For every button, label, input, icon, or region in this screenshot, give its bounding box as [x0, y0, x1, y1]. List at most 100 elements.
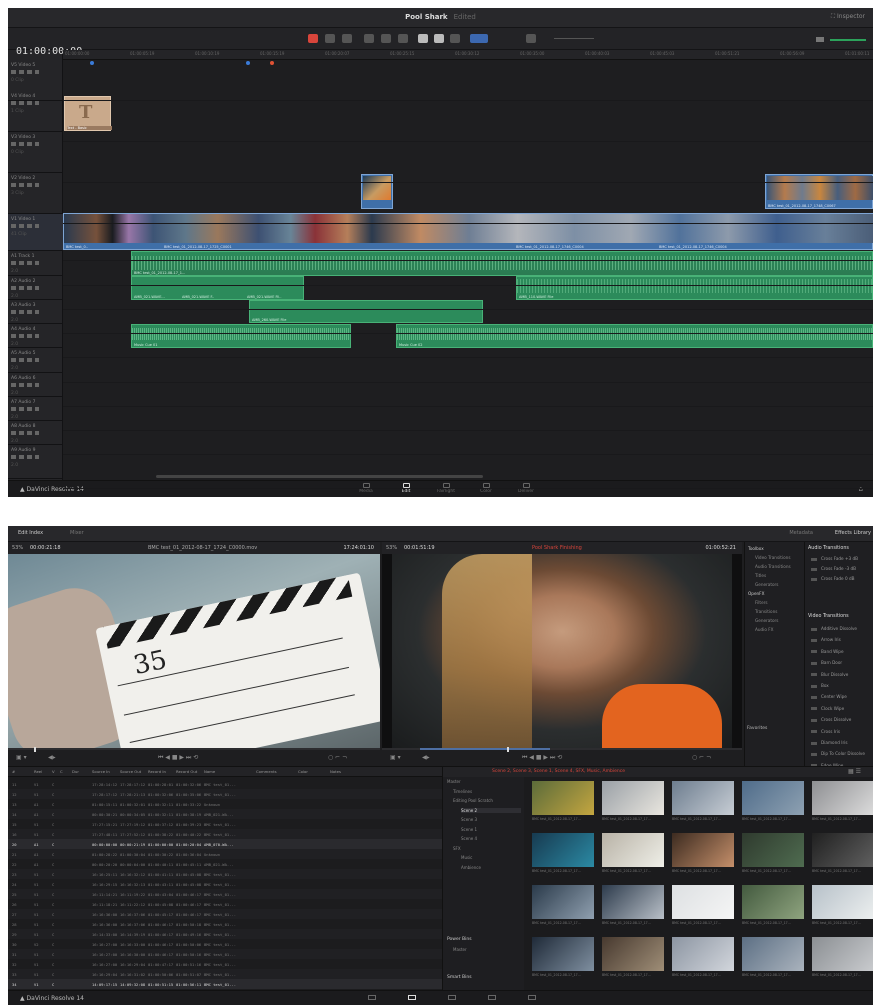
tab-effects-library[interactable]: Effects Library: [835, 530, 871, 536]
track-controls-icon[interactable]: [11, 334, 39, 338]
smart-bins-heading[interactable]: Smart Bins: [447, 975, 472, 980]
clip-thumbnail[interactable]: [532, 937, 594, 971]
audio-icon[interactable]: ◀▸: [422, 754, 430, 761]
zoom-full-icon[interactable]: [526, 34, 536, 43]
video-transition-item[interactable]: Blur Dissolve: [805, 672, 873, 677]
track-controls-icon[interactable]: [11, 431, 39, 435]
table-row[interactable]: 15 V1 C 17:27:15:21 17:27:19:12 01:00:37:12 01…: [8, 819, 442, 829]
video-transition-item[interactable]: Band Wipe: [805, 649, 873, 654]
mark-in-out-icon[interactable]: ○ ⌐ ¬: [328, 754, 347, 761]
blade-tool-icon[interactable]: [342, 34, 352, 43]
clip-thumbnail[interactable]: [602, 781, 664, 815]
table-row[interactable]: 26 V1 C 16:11:18:21 16:11:22:12 01:00:45:08 01…: [8, 899, 442, 909]
timeline-viewer[interactable]: [382, 554, 742, 748]
column-header[interactable]: Dur: [72, 769, 79, 774]
column-header[interactable]: Color: [298, 769, 308, 774]
zoom-slider[interactable]: [554, 38, 594, 39]
video-transition-item[interactable]: Cross Iris: [805, 729, 873, 734]
track-header[interactable]: A8 Audio 8 2.0: [8, 421, 63, 445]
track-header[interactable]: V3 Video 3 0 Clip: [8, 132, 63, 173]
track-controls-icon[interactable]: [11, 70, 39, 74]
view-mode-icon[interactable]: ▦ ☰: [848, 768, 861, 775]
track-header[interactable]: A9 Audio 9 2.0: [8, 445, 63, 479]
mark-in-out-icon[interactable]: ○ ⌐ ¬: [692, 754, 711, 761]
track-header[interactable]: A7 Audio 7 2.0: [8, 397, 63, 421]
clip-thumbnail[interactable]: [812, 781, 873, 815]
track-controls-icon[interactable]: [11, 383, 39, 387]
table-row[interactable]: 31 V1 C 16:16:27:00 16:16:30:00 01:00:46:17 01…: [8, 949, 442, 959]
tab-metadata[interactable]: Metadata: [789, 530, 813, 536]
bin-item[interactable]: SFX: [453, 846, 461, 851]
column-header[interactable]: Comments: [256, 769, 277, 774]
column-header[interactable]: Source Out: [120, 769, 141, 774]
zoom-dropdown[interactable]: 53%: [386, 545, 397, 551]
toolbox-item[interactable]: Toolbox: [748, 546, 764, 551]
column-header[interactable]: Record Out: [176, 769, 197, 774]
track-header[interactable]: V2 Video 2 3 Clip: [8, 173, 63, 214]
color-page-icon[interactable]: [488, 995, 496, 1000]
video-transition-item[interactable]: Dip To Color Dissolve: [805, 751, 873, 756]
edit-page-icon[interactable]: [408, 995, 416, 1000]
table-row[interactable]: 25 V1 C 16:11:14:21 16:11:19:22 01:00:43:04 01…: [8, 889, 442, 899]
clip-thumbnail[interactable]: [742, 885, 804, 919]
insert-clip-icon[interactable]: [364, 34, 374, 43]
toolbox-item[interactable]: Generators: [755, 582, 778, 587]
clip-thumbnail[interactable]: [672, 937, 734, 971]
power-bin-master[interactable]: Master: [453, 947, 467, 952]
timeline-ruler[interactable]: 01:00:00:00 01:00:05:19 01:00:10:19 01:00:1…: [63, 50, 873, 60]
table-row[interactable]: 14 A1 C 00:00:30:21 00:00:34:05 01:00:32:11 01…: [8, 809, 442, 819]
clip-thumbnail[interactable]: [812, 937, 873, 971]
clip-thumbnail[interactable]: [742, 781, 804, 815]
track-header[interactable]: A2 Audio 2 2.0: [8, 276, 63, 300]
source-viewer[interactable]: 35: [8, 554, 380, 748]
audio-transition-item[interactable]: Cross Fade +3 dB: [805, 556, 873, 561]
column-header[interactable]: Source In: [92, 769, 110, 774]
clip-thumbnail[interactable]: [742, 937, 804, 971]
track-controls-icon[interactable]: [11, 455, 39, 459]
track-header[interactable]: V4 Video 4 1 Clip: [8, 91, 63, 132]
table-row[interactable]: 11 V1 C 17:28:14:12 17:28:17:12 01:00:28:01 01…: [8, 779, 442, 789]
transport-controls-icon[interactable]: ⏮ ◀ ■ ▶ ⏭ ⟲: [158, 754, 198, 762]
video-transition-item[interactable]: Box: [805, 683, 873, 688]
clip-thumbnail[interactable]: [602, 833, 664, 867]
video-transition-item[interactable]: Clock Wipe: [805, 706, 873, 711]
video-transition-item[interactable]: Barn Door: [805, 660, 873, 665]
table-row[interactable]: 32 V1 C 16:16:27:00 16:16:29:04 01:00:47:17 01…: [8, 959, 442, 969]
clip-thumbnail[interactable]: [532, 781, 594, 815]
transport-controls-icon[interactable]: ⏮ ◀ ■ ▶ ⏭ ⟲: [522, 754, 562, 762]
column-header[interactable]: Notes: [330, 769, 341, 774]
replace-clip-icon[interactable]: [398, 34, 408, 43]
bin-item[interactable]: Ambience: [461, 865, 481, 870]
fairlight-page-icon[interactable]: [448, 995, 456, 1000]
toolbox-item[interactable]: Audio FX: [755, 627, 774, 632]
clip-thumbnail[interactable]: [672, 781, 734, 815]
bin-item[interactable]: Scene 4: [461, 836, 477, 841]
video-transition-item[interactable]: Cross Dissolve: [805, 717, 873, 722]
deliver-page-icon[interactable]: [528, 995, 536, 1000]
video-transition-item[interactable]: Additive Dissolve: [805, 626, 873, 631]
track-controls-icon[interactable]: [11, 310, 39, 314]
toolbox-item[interactable]: Titles: [755, 573, 766, 578]
table-row[interactable]: 12 V1 C 17:28:17:12 17:28:21:13 01:00:32:06 01…: [8, 789, 442, 799]
table-row[interactable]: 27 V1 C 16:16:36:00 16:16:37:06 01:00:45:17 01…: [8, 909, 442, 919]
column-header[interactable]: Reel: [34, 769, 42, 774]
audio-icon[interactable]: ◀▸: [48, 754, 56, 761]
volume-slider[interactable]: [830, 39, 866, 41]
clip-thumbnail[interactable]: [532, 833, 594, 867]
table-row[interactable]: 23 V1 C 16:16:25:11 16:16:32:12 01:00:41:11 01…: [8, 869, 442, 879]
track-header[interactable]: V1 Video 1 41 Clip: [8, 214, 63, 251]
clip-thumbnail[interactable]: [742, 833, 804, 867]
inspector-icon[interactable]: ⛶ Inspector: [831, 13, 865, 21]
favorites-heading[interactable]: Favorites: [747, 726, 767, 731]
column-header[interactable]: V: [52, 769, 55, 774]
toolbox-item[interactable]: OpenFX: [748, 591, 764, 596]
table-row[interactable]: 24 V1 C 16:16:29:15 16:16:32:13 01:00:43:11 01…: [8, 879, 442, 889]
timeline-name[interactable]: Pool Shark Finishing: [532, 545, 582, 551]
toolbox-item[interactable]: Filters: [755, 600, 768, 605]
table-row[interactable]: 28 V1 C 16:16:36:00 16:16:37:06 01:00:46:17 01…: [8, 919, 442, 929]
video-transition-item[interactable]: Center Wipe: [805, 694, 873, 699]
track-controls-icon[interactable]: [11, 261, 39, 265]
toolbox-item[interactable]: Video Transitions: [755, 555, 791, 560]
flag-icon[interactable]: [450, 34, 460, 43]
bin-item[interactable]: Music: [461, 855, 472, 860]
